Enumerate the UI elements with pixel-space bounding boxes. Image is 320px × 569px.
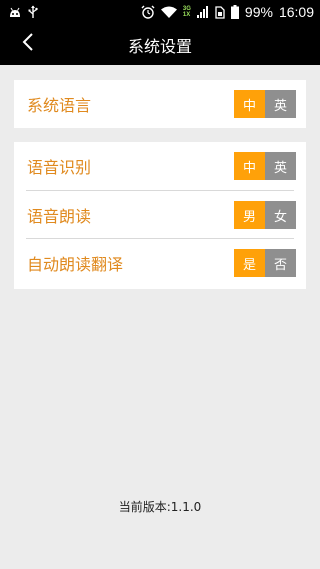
auto-read-translation-toggle[interactable]: 是 否 (234, 249, 296, 277)
auto-read-translation-option-yes[interactable]: 是 (234, 249, 265, 277)
version-label: 当前版本:1.1.0 (118, 500, 202, 514)
signal-icon (196, 6, 209, 18)
speech-recognition-option-chinese[interactable]: 中 (234, 152, 265, 180)
battery-icon (230, 5, 239, 19)
android-icon (8, 6, 22, 18)
usb-icon (28, 5, 38, 19)
sim-icon (215, 5, 225, 19)
speech-reading-row: 语音朗读 男 女 (26, 190, 296, 238)
auto-read-translation-row: 自动朗读翻译 是 否 (26, 238, 296, 286)
status-bar-right: 3G 1X 99% 16:09 (141, 4, 314, 20)
system-language-option-english[interactable]: 英 (265, 90, 296, 118)
language-card: 系统语言 中 英 (14, 80, 306, 128)
speech-reading-toggle[interactable]: 男 女 (234, 201, 296, 229)
network-type-indicator: 3G 1X (183, 6, 191, 18)
status-bar: 3G 1X 99% 16:09 (0, 0, 320, 24)
clock: 16:09 (278, 4, 314, 20)
network-type-bottom: 1X (182, 12, 191, 18)
speech-recognition-row: 语音识别 中 英 (14, 142, 306, 190)
system-language-option-chinese[interactable]: 中 (234, 90, 265, 118)
auto-read-translation-label: 自动朗读翻译 (27, 254, 124, 274)
status-bar-left (8, 5, 38, 19)
alarm-icon (141, 5, 155, 19)
page-title: 系统设置 (127, 36, 192, 56)
auto-read-translation-option-no[interactable]: 否 (265, 249, 296, 277)
battery-percentage: 99% (244, 4, 273, 20)
wifi-icon (160, 6, 177, 18)
speech-reading-option-male[interactable]: 男 (234, 201, 265, 229)
speech-settings-card: 语音识别 中 英 语音朗读 男 女 自动朗读翻译 是 否 (14, 142, 306, 289)
speech-recognition-toggle[interactable]: 中 英 (234, 152, 296, 180)
speech-reading-option-female[interactable]: 女 (265, 201, 296, 229)
system-language-row: 系统语言 中 英 (14, 80, 306, 128)
speech-recognition-label: 语音识别 (27, 158, 92, 177)
title-bar: 系统设置 (0, 24, 320, 65)
speech-reading-label: 语音朗读 (27, 206, 92, 226)
system-language-label: 系统语言 (27, 96, 92, 115)
speech-recognition-option-english[interactable]: 英 (265, 152, 296, 180)
system-language-toggle[interactable]: 中 英 (234, 90, 296, 118)
